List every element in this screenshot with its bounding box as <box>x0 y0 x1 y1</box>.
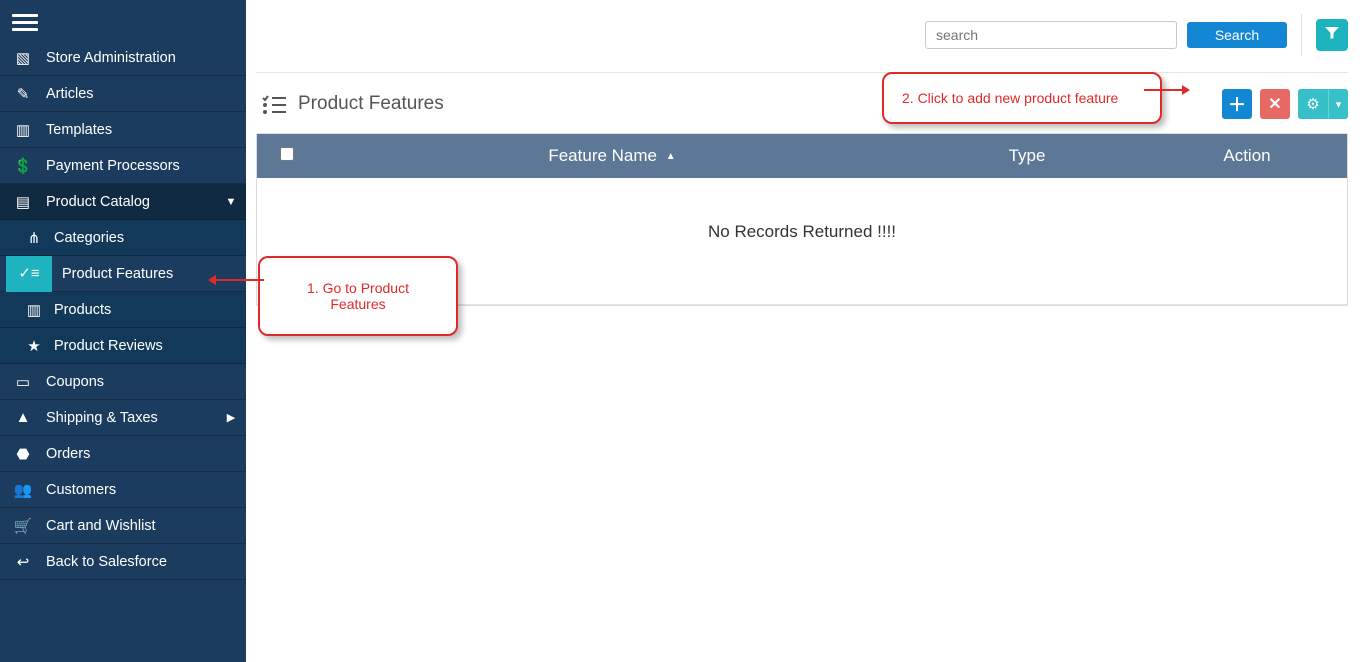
select-all-checkbox[interactable] <box>280 147 294 161</box>
settings-split-button: ⚙ ▾ <box>1298 89 1348 119</box>
search-button[interactable]: Search <box>1187 22 1287 48</box>
sidebar-item-shipping-taxes[interactable]: ▲ Shipping & Taxes ▶ <box>0 400 246 436</box>
delete-button[interactable]: ✕ <box>1260 89 1290 119</box>
sidebar-subitem-product-features[interactable]: ✓≡ Product Features <box>0 256 246 292</box>
plus-icon: ＋ <box>1228 91 1246 117</box>
features-table: Feature Name ▲ Type Action No Records Re… <box>256 133 1348 306</box>
add-button[interactable]: ＋ <box>1222 89 1252 119</box>
back-icon: ↩ <box>17 554 30 571</box>
sidebar-item-articles[interactable]: ✎ Articles <box>0 76 246 112</box>
page-title: Product Features <box>298 93 444 115</box>
sidebar-item-back-to-salesforce[interactable]: ↩ Back to Salesforce <box>0 544 246 580</box>
layout-icon: ▥ <box>16 122 30 139</box>
sidebar-item-payment-processors[interactable]: 💲 Payment Processors <box>0 148 246 184</box>
sidebar-item-label: Orders <box>46 446 246 462</box>
filter-button[interactable] <box>1316 19 1348 51</box>
checklist-icon <box>262 94 286 114</box>
sidebar-item-label: Product Catalog <box>46 194 216 210</box>
sidebar-subitem-products[interactable]: ▥ Products <box>0 292 246 328</box>
sidebar-item-templates[interactable]: ▥ Templates <box>0 112 246 148</box>
column-label: Type <box>1009 146 1046 165</box>
cart-icon: 🛒 <box>14 518 33 535</box>
sidebar-subitem-categories[interactable]: ⋔ Categories <box>0 220 246 256</box>
coupon-icon: ▭ <box>16 374 30 391</box>
money-icon: 💲 <box>14 158 33 175</box>
sidebar-item-label: Payment Processors <box>46 158 246 174</box>
box-icon: ⬣ <box>16 446 29 463</box>
sidebar-item-label: Categories <box>54 230 246 246</box>
sidebar-item-label: Coupons <box>46 374 246 390</box>
search-input[interactable] <box>925 21 1177 49</box>
sidebar-item-label: Products <box>54 302 246 318</box>
sidebar-item-store-administration[interactable]: ▧ Store Administration <box>0 40 246 76</box>
sidebar-item-coupons[interactable]: ▭ Coupons <box>0 364 246 400</box>
table-empty-state: No Records Returned !!!! <box>257 178 1347 305</box>
card-icon: ▧ <box>16 50 30 67</box>
chevron-down-icon: ▾ <box>1336 99 1342 111</box>
sidebar-item-cart-wishlist[interactable]: 🛒 Cart and Wishlist <box>0 508 246 544</box>
column-label: Feature Name <box>548 146 657 165</box>
pencil-icon: ✎ <box>17 86 30 103</box>
empty-message: No Records Returned !!!! <box>708 222 896 241</box>
gear-icon: ⚙ <box>1306 96 1319 113</box>
settings-button[interactable]: ⚙ <box>1298 89 1328 119</box>
truck-icon: ▲ <box>16 409 31 426</box>
sidebar-item-label: Product Features <box>52 266 246 282</box>
checklist-icon: ✓≡ <box>18 265 39 282</box>
settings-dropdown-button[interactable]: ▾ <box>1328 89 1348 119</box>
sidebar-item-label: Cart and Wishlist <box>46 518 246 534</box>
sidebar: ▧ Store Administration ✎ Articles ▥ Temp… <box>0 0 246 662</box>
sidebar-subitem-product-reviews[interactable]: ★ Product Reviews <box>0 328 246 364</box>
column-header-type[interactable]: Type <box>907 146 1147 166</box>
sidebar-item-label: Back to Salesforce <box>46 554 246 570</box>
sidebar-item-label: Shipping & Taxes <box>46 410 216 426</box>
hamburger-menu-button[interactable] <box>0 0 246 40</box>
separator <box>1301 14 1302 56</box>
users-icon: 👥 <box>14 482 33 499</box>
column-label: Action <box>1223 146 1270 165</box>
column-header-feature-name[interactable]: Feature Name ▲ <box>317 146 907 166</box>
top-toolbar: Search <box>256 14 1348 73</box>
barcode-icon: ▥ <box>27 302 41 319</box>
sidebar-item-orders[interactable]: ⬣ Orders <box>0 436 246 472</box>
sidebar-item-product-catalog[interactable]: ▤ Product Catalog ▼ <box>0 184 246 220</box>
sidebar-item-label: Customers <box>46 482 246 498</box>
sort-ascending-icon: ▲ <box>666 151 676 162</box>
select-all-cell <box>257 146 317 166</box>
hierarchy-icon: ⋔ <box>28 230 41 247</box>
sidebar-item-label: Articles <box>46 86 246 102</box>
sidebar-item-label: Store Administration <box>46 50 246 66</box>
page-header: Product Features ＋ ✕ ⚙ ▾ <box>256 73 1348 131</box>
chevron-right-icon: ▶ <box>216 411 246 424</box>
funnel-icon <box>1324 25 1340 46</box>
table-header: Feature Name ▲ Type Action <box>257 134 1347 178</box>
star-icon: ★ <box>27 338 40 355</box>
sidebar-item-customers[interactable]: 👥 Customers <box>0 472 246 508</box>
close-icon: ✕ <box>1268 94 1281 114</box>
catalog-icon: ▤ <box>16 194 30 211</box>
chevron-down-icon: ▼ <box>216 196 246 208</box>
sidebar-item-label: Templates <box>46 122 246 138</box>
sidebar-item-label: Product Reviews <box>54 338 246 354</box>
main-content: Search Product Features <box>246 0 1366 662</box>
column-header-action: Action <box>1147 146 1347 166</box>
